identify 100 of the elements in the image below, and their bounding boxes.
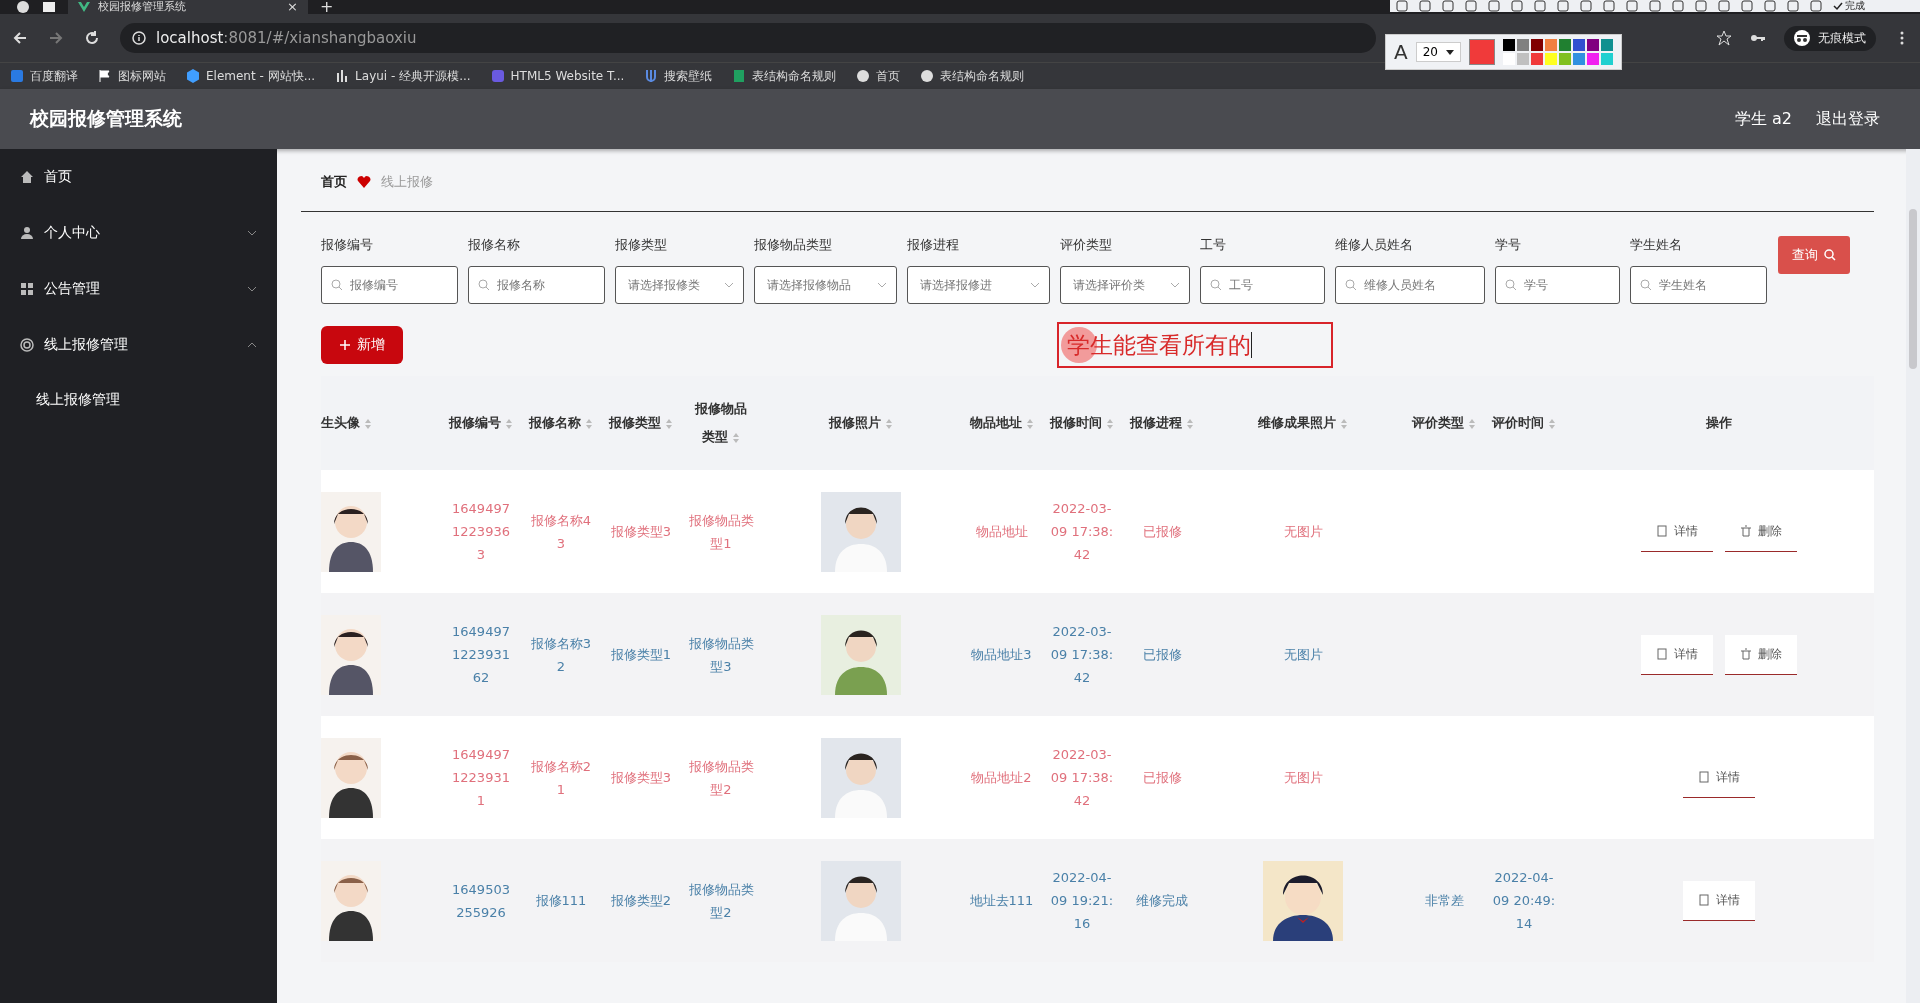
bookmark[interactable]: 搜索壁纸 [644, 67, 713, 85]
incognito-badge[interactable]: 无痕模式 [1784, 25, 1876, 51]
add-button[interactable]: 新增 [321, 326, 403, 364]
bookmark[interactable]: 百度翻译 [10, 67, 78, 85]
scrollbar[interactable] [1906, 149, 1920, 1003]
bookmark[interactable]: HTML5 Website T... [490, 69, 625, 83]
bookmark[interactable]: Element - 网站快... [186, 67, 316, 85]
column-header[interactable]: 评价类型 [1412, 409, 1476, 437]
color-swatch[interactable] [1586, 53, 1599, 65]
column-header[interactable]: 物品地址 [969, 409, 1034, 437]
chevron-icon [1170, 282, 1180, 288]
search-field[interactable]: 报修编号 [321, 266, 458, 304]
search-field[interactable]: 学生姓名 [1630, 266, 1767, 304]
browser-tab[interactable]: 校园报修管理系统 × [68, 0, 308, 14]
color-swatch[interactable] [1572, 39, 1585, 51]
delete-button[interactable]: 删除 [1725, 634, 1797, 675]
new-tab-button[interactable]: + [320, 0, 334, 14]
column-header[interactable]: 报修编号 [449, 409, 513, 437]
search-field[interactable]: 报修名称 [468, 266, 605, 304]
star-icon[interactable] [1716, 30, 1732, 46]
sidebar-item[interactable]: 公告管理 [0, 261, 277, 317]
sidebar-item[interactable]: 线上报修管理 [0, 317, 277, 373]
search-field[interactable]: 学号 [1495, 266, 1620, 304]
tool-icon[interactable] [1396, 0, 1408, 12]
sidebar-item[interactable]: 首页 [0, 149, 277, 205]
table-cell-text: 无图片 [1283, 523, 1323, 541]
query-button[interactable]: 查询 [1778, 236, 1850, 274]
column-header[interactable]: 报修类型 [609, 409, 673, 437]
font-size-select[interactable]: 20 [1415, 42, 1461, 62]
document-icon [1698, 771, 1710, 783]
color-swatch[interactable] [1516, 39, 1529, 51]
color-swatch[interactable] [1600, 53, 1613, 65]
color-swatch[interactable] [1558, 39, 1571, 51]
breadcrumb-home[interactable]: 首页 [321, 173, 347, 191]
tool-icon[interactable] [1810, 0, 1822, 12]
field-label: 学号 [1495, 236, 1522, 254]
tool-icon[interactable] [1741, 0, 1753, 12]
sidebar-item[interactable]: 个人中心 [0, 205, 277, 261]
select-field[interactable]: 请选择评价类 [1060, 266, 1190, 304]
color-swatch[interactable] [1502, 39, 1515, 51]
bookmark[interactable]: 图标网站 [98, 67, 166, 85]
table-cell-text: 报修类型1 [609, 646, 673, 664]
column-header[interactable]: 报修照片 [829, 409, 893, 437]
bookmark[interactable]: 表结构命名规则 [920, 67, 1025, 85]
color-swatch[interactable] [1572, 53, 1585, 65]
column-header[interactable]: 报修进程 [1130, 409, 1194, 437]
color-swatch[interactable] [1544, 53, 1557, 65]
column-header[interactable]: 评价时间 [1492, 409, 1556, 437]
table-cell-text: 非常差 [1423, 892, 1465, 910]
table-cell-text: 无图片 [1283, 769, 1323, 787]
tool-icon[interactable] [1557, 0, 1569, 12]
tool-icon[interactable] [1787, 0, 1799, 12]
reload-icon[interactable] [84, 30, 100, 46]
color-swatch[interactable] [1586, 39, 1599, 51]
tool-icon[interactable] [1534, 0, 1546, 12]
table-cell-text: 报修物品类型2 [688, 880, 754, 922]
logout-link[interactable]: 退出登录 [1816, 108, 1880, 130]
bookmark[interactable]: 表结构命名规则 [732, 67, 837, 85]
tool-icon[interactable] [1488, 0, 1500, 12]
column-header[interactable]: 操作 [1706, 409, 1732, 437]
tool-icon[interactable] [1764, 0, 1776, 12]
column-header[interactable]: 报修物品类型 [689, 395, 753, 451]
tool-icon[interactable] [1511, 0, 1523, 12]
tool-icon[interactable] [1465, 0, 1477, 12]
column-header[interactable]: 维修成果照片 [1258, 409, 1348, 437]
column-header[interactable]: 报修时间 [1050, 409, 1114, 437]
tool-icon[interactable] [1649, 0, 1661, 12]
bookmark[interactable]: Layui - 经典开源模... [335, 67, 471, 85]
back-icon[interactable] [12, 30, 28, 46]
color-swatch[interactable] [1530, 53, 1543, 65]
select-field[interactable]: 请选择报修物品 [754, 266, 897, 304]
table-cell-text: 1649497122393162 [451, 623, 511, 687]
column-header[interactable]: 报修名称 [529, 409, 593, 437]
tool-icon[interactable] [1695, 0, 1707, 12]
current-color-swatch[interactable] [1468, 39, 1495, 65]
color-swatch[interactable] [1558, 53, 1571, 65]
tool-icon[interactable] [1419, 0, 1431, 12]
tool-icon[interactable] [1672, 0, 1684, 12]
search-field[interactable]: 维修人员姓名 [1335, 266, 1485, 304]
tab-close-button[interactable]: × [287, 0, 298, 14]
address-bar[interactable]: localhost:8081/#/xianshangbaoxiu [120, 23, 1376, 53]
forward-icon[interactable] [48, 30, 64, 46]
color-swatch[interactable] [1600, 39, 1613, 51]
bookmark[interactable]: 首页 [856, 67, 901, 85]
sidebar-subitem[interactable]: 线上报修管理 [0, 373, 277, 425]
tool-icon[interactable] [1580, 0, 1592, 12]
detail-button[interactable]: 详情 [1641, 634, 1713, 675]
detail-button[interactable]: 详情 [1683, 880, 1755, 921]
color-swatch[interactable] [1516, 53, 1529, 65]
tool-icon[interactable] [1442, 0, 1454, 12]
tool-icon[interactable] [1603, 0, 1615, 12]
column-header[interactable]: 生头像 [321, 409, 372, 437]
tool-icon[interactable] [1626, 0, 1638, 12]
color-swatch[interactable] [1530, 39, 1543, 51]
color-swatch[interactable] [1544, 39, 1557, 51]
tool-icon[interactable] [1718, 0, 1730, 12]
select-field[interactable]: 请选择报修进 [907, 266, 1050, 304]
search-field[interactable]: 工号 [1200, 266, 1325, 304]
done-button[interactable]: 完成 [1833, 0, 1865, 12]
select-field[interactable]: 请选择报修类 [615, 266, 744, 304]
